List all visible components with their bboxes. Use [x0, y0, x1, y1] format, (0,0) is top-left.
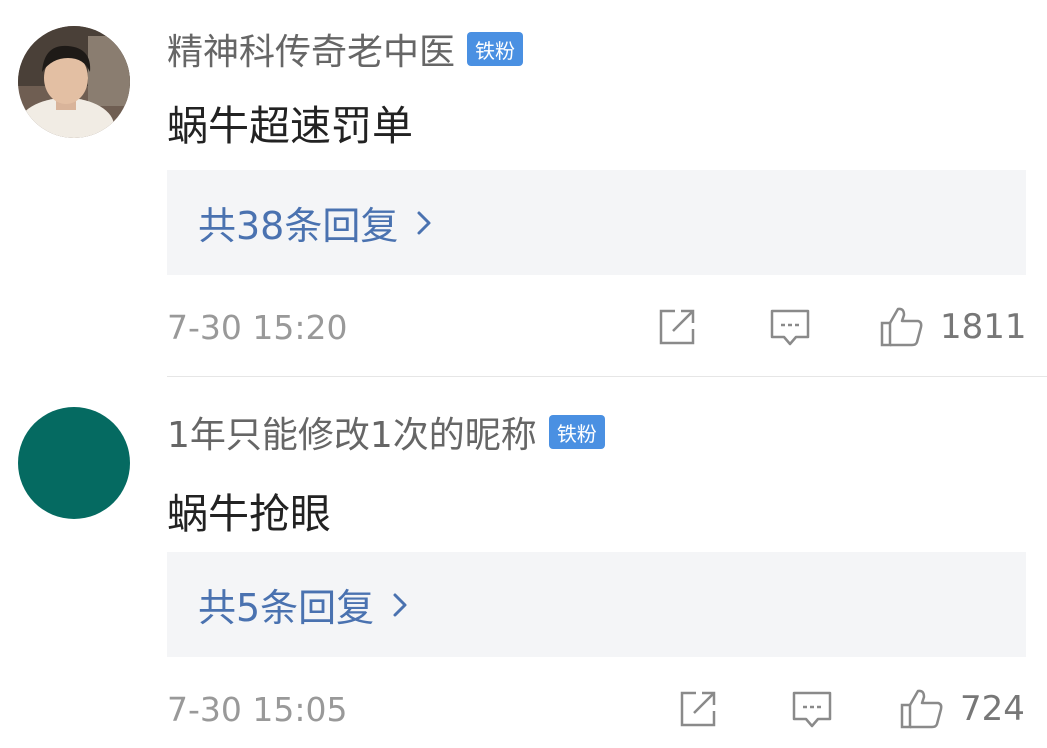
thumbs-up-icon — [878, 305, 926, 349]
username[interactable]: 1年只能修改1次的昵称 — [167, 406, 537, 458]
avatar[interactable] — [18, 26, 130, 138]
like-count: 1811 — [940, 307, 1027, 347]
share-button[interactable] — [655, 305, 699, 349]
view-replies-button[interactable]: 共5条回复 — [167, 552, 1026, 657]
fan-badge: 铁粉 — [548, 415, 605, 449]
share-icon — [655, 305, 699, 349]
like-button[interactable]: 724 — [898, 687, 1025, 731]
chevron-right-icon — [392, 586, 426, 624]
comment-text: 蜗牛抢眼 — [167, 490, 331, 538]
timestamp: 7-30 15:05 — [167, 690, 348, 729]
avatar[interactable] — [18, 407, 130, 519]
thumbs-up-icon — [898, 687, 946, 731]
comment-header: 精神科传奇老中医 铁粉 — [167, 23, 524, 75]
comment-item: 1年只能修改1次的昵称 铁粉 蜗牛抢眼 共5条回复 7-30 15:05 724 — [0, 377, 1047, 748]
share-button[interactable] — [676, 687, 720, 731]
comment-icon — [768, 305, 812, 349]
like-count: 724 — [960, 689, 1025, 729]
reply-button[interactable] — [768, 305, 812, 349]
comment-text: 蜗牛超速罚单 — [167, 102, 413, 150]
replies-label: 共5条回复 — [198, 586, 375, 630]
comment-item: 精神科传奇老中医 铁粉 蜗牛超速罚单 共38条回复 7-30 15:20 181… — [0, 0, 1047, 376]
timestamp: 7-30 15:20 — [167, 308, 348, 347]
fan-badge: 铁粉 — [467, 32, 524, 66]
replies-label: 共38条回复 — [198, 204, 399, 248]
view-replies-button[interactable]: 共38条回复 — [167, 170, 1026, 275]
reply-button[interactable] — [790, 687, 834, 731]
username[interactable]: 精神科传奇老中医 — [167, 23, 455, 75]
chevron-right-icon — [416, 204, 450, 242]
comment-header: 1年只能修改1次的昵称 铁粉 — [167, 407, 605, 457]
like-button[interactable]: 1811 — [878, 305, 1027, 349]
comment-icon — [790, 687, 834, 731]
share-icon — [676, 687, 720, 731]
